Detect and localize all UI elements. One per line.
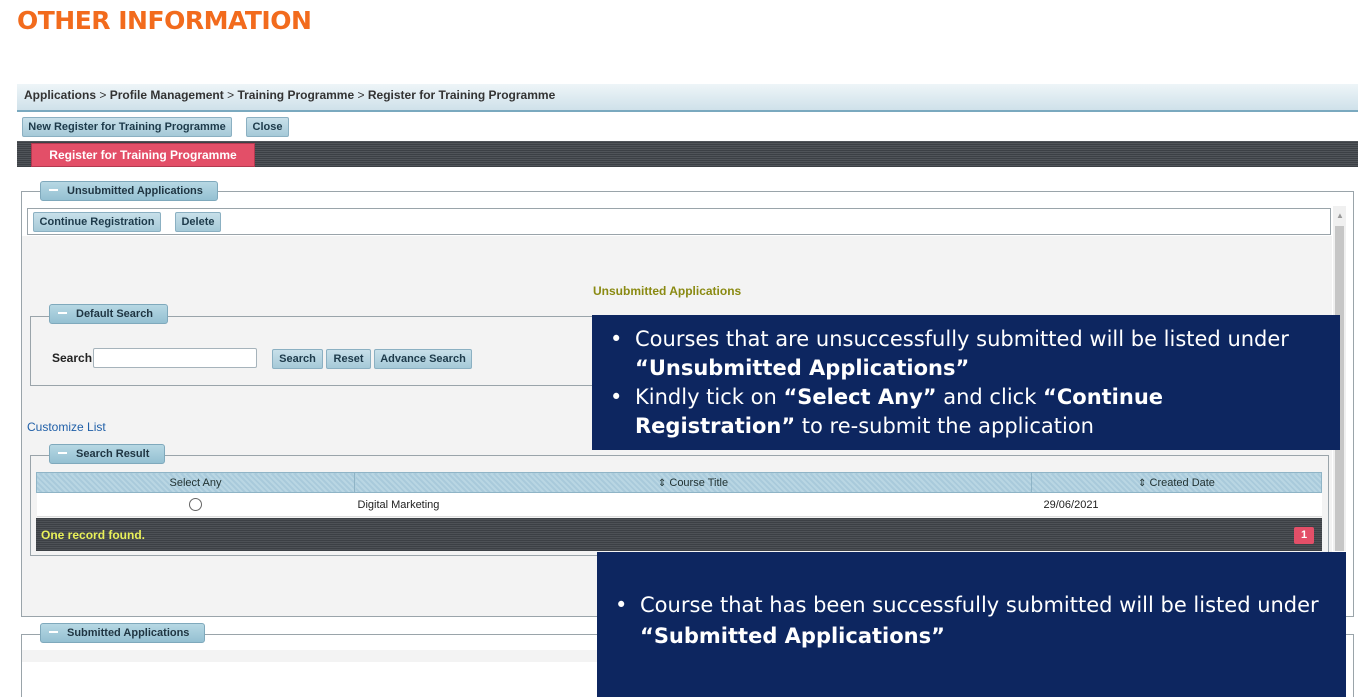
tab-strip: Register for Training Programme (17, 141, 1358, 167)
column-label: Select Any (169, 476, 222, 489)
new-register-button[interactable]: New Register for Training Programme (22, 117, 232, 137)
search-result-legend[interactable]: Search Result (49, 444, 165, 464)
callout-bullet: Course that has been successfully submit… (613, 590, 1326, 652)
submitted-legend-label: Submitted Applications (67, 627, 190, 639)
customize-list-link[interactable]: Customize List (27, 420, 106, 434)
column-header-created-date[interactable]: ⇕ Created Date (1031, 472, 1322, 493)
breadcrumb-separator: > (227, 88, 235, 102)
close-button[interactable]: Close (246, 117, 289, 137)
minus-icon (58, 452, 67, 455)
default-search-legend[interactable]: Default Search (49, 304, 168, 324)
column-label: Course Title (669, 476, 729, 489)
callout-submitted: Course that has been successfully submit… (597, 552, 1346, 697)
unsubmitted-toolbar (27, 208, 1331, 235)
minus-icon (49, 631, 58, 634)
breadcrumb: Applications > Profile Management > Trai… (17, 84, 1358, 112)
slide-title: OTHER INFORMATION (17, 6, 312, 35)
course-title-cell: Digital Marketing (354, 492, 1032, 517)
search-label: Search (52, 351, 93, 365)
minus-icon (49, 189, 58, 192)
column-header-course-title[interactable]: ⇕ Course Title (354, 472, 1032, 493)
page-number-button[interactable]: 1 (1294, 527, 1314, 544)
radio-icon[interactable] (189, 498, 202, 511)
breadcrumb-item-applications[interactable]: Applications (24, 88, 96, 102)
delete-button[interactable]: Delete (175, 212, 221, 232)
table-row: Digital Marketing 29/06/2021 (36, 492, 1322, 517)
callout-bullet: Courses that are unsuccessfully submitte… (608, 325, 1320, 383)
record-count: One record found. (41, 528, 146, 542)
search-result-legend-label: Search Result (76, 448, 150, 460)
breadcrumb-separator: > (99, 88, 107, 102)
unsubmitted-legend[interactable]: Unsubmitted Applications (40, 181, 218, 201)
reset-button[interactable]: Reset (326, 349, 371, 369)
breadcrumb-item-profile-management[interactable]: Profile Management (110, 88, 224, 102)
tab-register-training[interactable]: Register for Training Programme (31, 143, 255, 167)
default-search-legend-label: Default Search (76, 308, 154, 320)
unsubmitted-legend-label: Unsubmitted Applications (67, 185, 203, 197)
breadcrumb-separator: > (357, 88, 365, 102)
created-date-cell: 29/06/2021 (1031, 492, 1322, 517)
column-header-select-any[interactable]: Select Any (36, 472, 355, 493)
callout-unsubmitted: Courses that are unsuccessfully submitte… (592, 315, 1340, 450)
advance-search-button[interactable]: Advance Search (374, 349, 472, 369)
column-label: Created Date (1149, 476, 1215, 489)
sort-icon: ⇕ (657, 477, 667, 489)
table-footer: One record found. 1 (36, 518, 1322, 551)
callout-bullet: Kindly tick on “Select Any” and click “C… (608, 383, 1320, 441)
sort-icon: ⇕ (1138, 477, 1147, 489)
continue-registration-button[interactable]: Continue Registration (33, 212, 161, 232)
scroll-up-icon[interactable]: ▲ (1336, 211, 1344, 220)
submitted-legend[interactable]: Submitted Applications (40, 623, 205, 643)
unsubmitted-heading: Unsubmitted Applications (593, 284, 742, 298)
select-cell (36, 492, 355, 517)
breadcrumb-item-register: Register for Training Programme (367, 88, 556, 102)
minus-icon (58, 312, 67, 315)
search-result-table: Select Any ⇕ Course Title ⇕ Created Date… (36, 472, 1322, 517)
search-button[interactable]: Search (272, 349, 323, 369)
breadcrumb-item-training-programme[interactable]: Training Programme (237, 88, 354, 102)
search-input[interactable] (93, 348, 257, 368)
